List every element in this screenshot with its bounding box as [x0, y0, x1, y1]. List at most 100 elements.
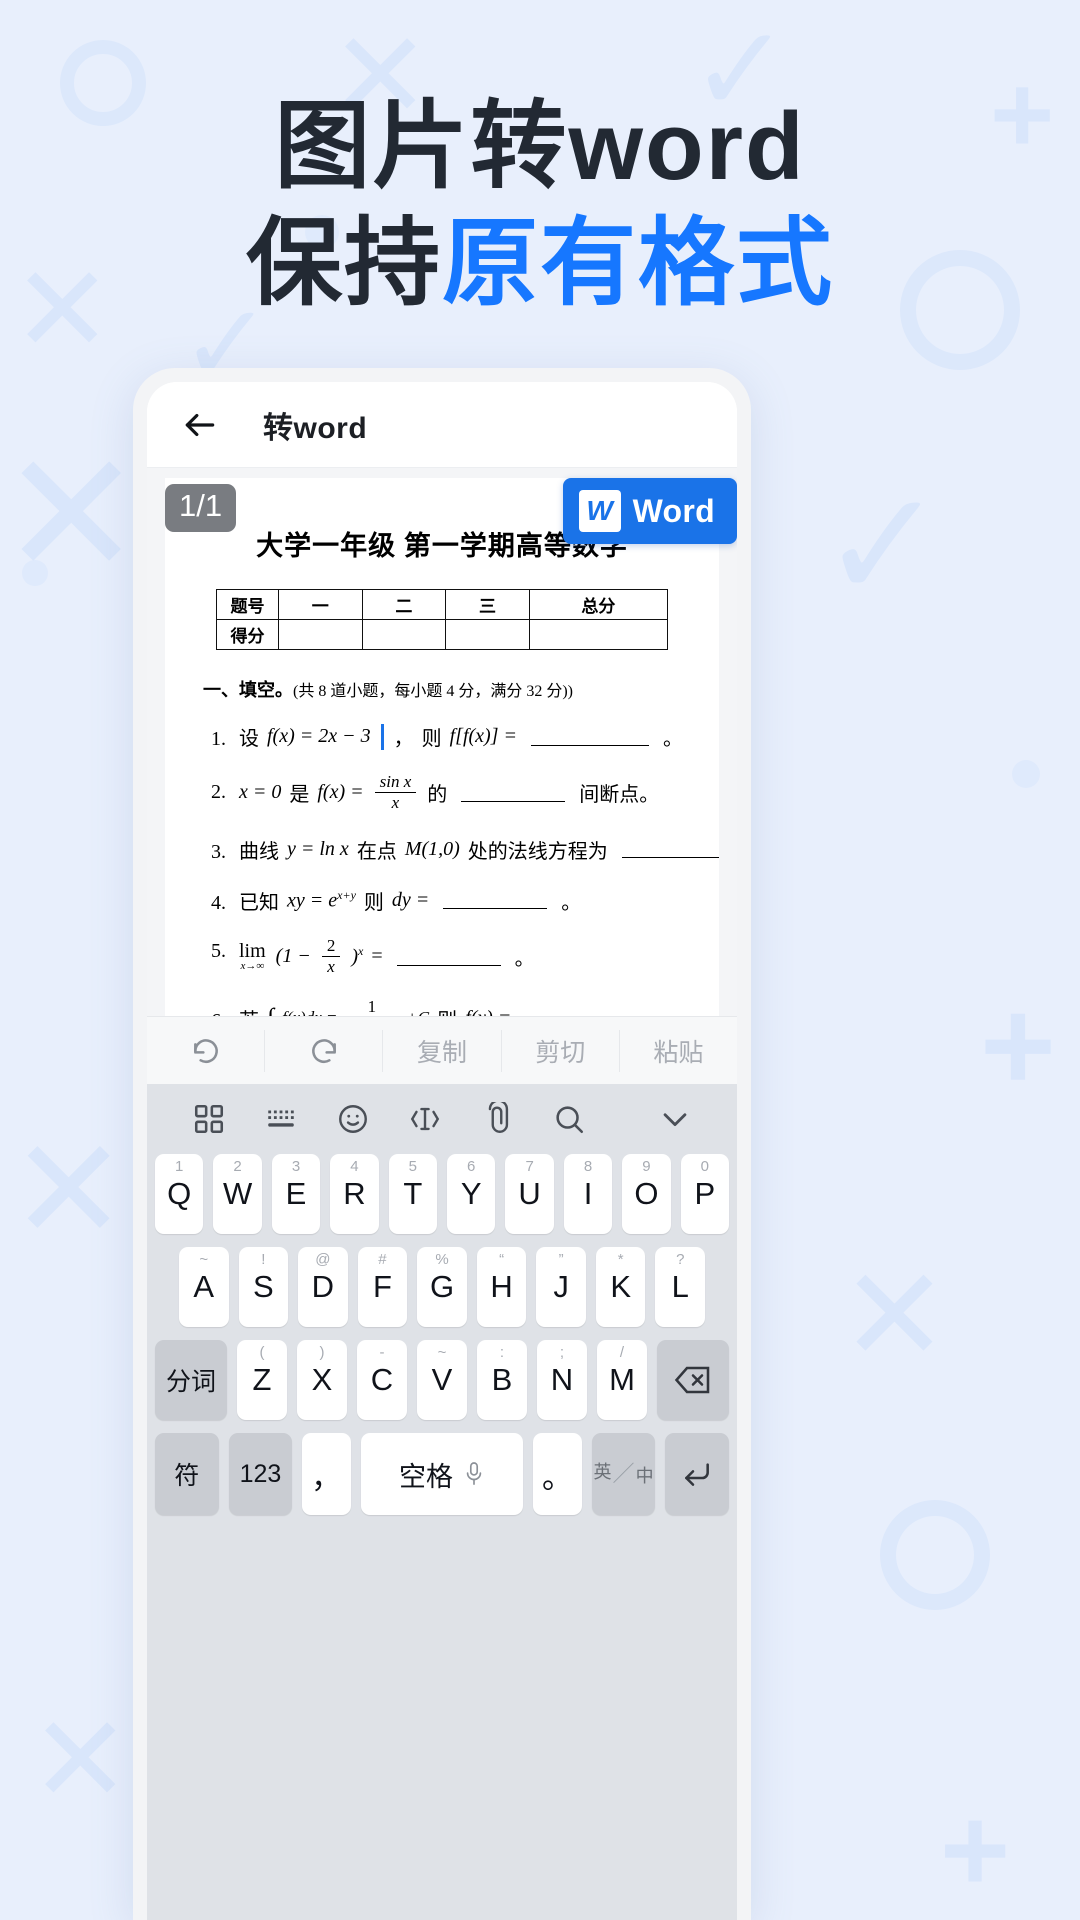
key-f[interactable]: # F [357, 1247, 408, 1327]
edit-toolbar: 复制 剪切 粘贴 [147, 1016, 737, 1084]
keyboard-icon[interactable] [245, 1102, 317, 1136]
key-label: T [403, 1176, 423, 1211]
key-hint: % [435, 1251, 449, 1268]
answer-blank [396, 948, 501, 966]
q6-fx: f(x) = [465, 1007, 511, 1016]
key-c[interactable]: -C [357, 1340, 407, 1420]
language-english-label: 英 [593, 1462, 612, 1482]
q4-lhs-text: xy = e [287, 889, 338, 912]
key-segment[interactable]: 分词 [155, 1340, 227, 1420]
key-label: C [370, 1362, 394, 1397]
key-hint: @ [315, 1251, 331, 1268]
space-key-label: 空格 [399, 1461, 453, 1492]
table-cell: 一 [278, 589, 363, 620]
section-heading: 一、填空。(共 8 道小题，每小题 4 分，满分 32 分)) [203, 676, 689, 702]
keyboard-row-3: 分词 (Z) X - C ~ V: B; N / M [147, 1340, 737, 1420]
grid-icon[interactable] [173, 1102, 245, 1136]
key-t[interactable]: 5T [388, 1154, 437, 1234]
key-l[interactable]: ? L [655, 1247, 706, 1327]
answer-blank [461, 784, 566, 802]
period-key[interactable]: 。 [533, 1433, 582, 1515]
redo-button[interactable] [265, 1029, 384, 1072]
key-u[interactable]: 7U [505, 1154, 554, 1234]
word-icon: W [578, 490, 621, 532]
keyboard-row-1: 1Q2W3E4R5T6Y7U8I9O0P [147, 1154, 737, 1234]
key-r[interactable]: 4R [330, 1154, 379, 1234]
key-d[interactable]: @ D [298, 1247, 348, 1327]
key-hint: ( [259, 1344, 265, 1361]
key-w[interactable]: 2W [213, 1154, 262, 1234]
clip-icon[interactable] [461, 1102, 533, 1136]
key-x[interactable]: ) X [297, 1340, 347, 1420]
key-m[interactable]: / M [597, 1340, 647, 1420]
key-b[interactable]: :B [477, 1340, 527, 1420]
fraction-denominator: x [391, 793, 400, 813]
key-h[interactable]: “H [476, 1247, 527, 1327]
q3-quxian: 曲线 [239, 840, 279, 863]
question-item: 2. x = 0 是 f(x) = sin x x 的 间断点。 [211, 772, 689, 813]
question-number: 6. [211, 1010, 239, 1016]
export-word-button[interactable]: W Word [562, 478, 737, 544]
key-hint: ! [261, 1251, 266, 1268]
key-hint: ) [319, 1344, 325, 1361]
fraction-sinx-over-x: sin x x [374, 772, 417, 813]
key-hint: 9 [642, 1158, 651, 1175]
key-z[interactable]: (Z [237, 1340, 287, 1420]
q3-chu: 处的法线方程为 [467, 840, 608, 863]
undo-button[interactable] [147, 1029, 266, 1072]
question-number: 3. [211, 840, 226, 863]
space-key[interactable]: 空格 [360, 1433, 524, 1515]
language-toggle-key[interactable]: 英 ／ 中 [591, 1433, 656, 1515]
key-q[interactable]: 1Q [154, 1154, 204, 1234]
emoji-icon[interactable] [317, 1102, 389, 1136]
text-cursor-icon[interactable] [389, 1102, 461, 1136]
key-n[interactable]: ; N [537, 1340, 587, 1420]
key-label: D [311, 1269, 335, 1304]
enter-key[interactable] [665, 1433, 729, 1515]
key-j[interactable]: ” J [536, 1247, 586, 1327]
numbers-key[interactable]: 123 [228, 1433, 293, 1515]
comma-key[interactable]: ， [302, 1433, 351, 1515]
key-hint: ; [559, 1344, 565, 1361]
question-number: 2. [211, 781, 226, 804]
key-i[interactable]: 8I [563, 1154, 613, 1234]
backspace-key[interactable] [657, 1340, 729, 1420]
key-label: M [609, 1362, 635, 1397]
key-g[interactable]: % G [417, 1247, 467, 1327]
key-v[interactable]: ~ V [417, 1340, 467, 1420]
key-hint: / [619, 1344, 625, 1361]
q6-fdx: f(x)dx = [282, 1008, 337, 1016]
key-e[interactable]: 3E [271, 1154, 321, 1234]
question-item: 6. 若 ∫ f(x)dx = 1 1+ x2 +C 则 f(x) = 。 [211, 998, 689, 1016]
q5-close: )x [351, 944, 363, 969]
chevron-down-icon[interactable] [639, 1102, 711, 1136]
q1-ze: 则 [421, 728, 442, 750]
key-hint: 6 [467, 1158, 476, 1175]
q2-shi: 是 [289, 784, 310, 807]
table-row: 题号 一 二 三 总分 [216, 589, 669, 620]
symbol-key[interactable]: 符 [155, 1433, 219, 1515]
key-y[interactable]: 6Y [447, 1154, 496, 1234]
key-a[interactable]: ~ A [178, 1247, 229, 1327]
key-s[interactable]: ! S [238, 1247, 289, 1327]
copy-button[interactable]: 复制 [383, 1029, 502, 1072]
paste-button[interactable]: 粘贴 [620, 1030, 737, 1072]
document-viewer[interactable]: 大学一年级 第一学期高等数学 题号 一 二 三 总分 得分 一、填空。(共 8 … [147, 468, 737, 1016]
q6-ruo: 若 [239, 1004, 259, 1016]
key-p[interactable]: 0P [680, 1154, 730, 1234]
fraction-numerator: 1 [363, 998, 382, 1016]
key-hint: : [499, 1344, 505, 1361]
headline-line2-plain: 保持 [246, 210, 442, 318]
key-o[interactable]: 9O [622, 1154, 671, 1234]
cut-button[interactable]: 剪切 [502, 1029, 620, 1072]
search-icon[interactable] [533, 1102, 605, 1136]
key-k[interactable]: * K [595, 1247, 646, 1327]
key-hint: 4 [350, 1158, 359, 1175]
fraction-1-over-1plusx2: 1 1+ x2 [348, 998, 395, 1016]
key-label: Q [167, 1176, 192, 1211]
key-hint: * [617, 1251, 624, 1268]
back-arrow-icon[interactable] [181, 406, 219, 444]
key-label: X [311, 1362, 333, 1397]
document-page[interactable]: 大学一年级 第一学期高等数学 题号 一 二 三 总分 得分 一、填空。(共 8 … [165, 478, 719, 1016]
keyboard-toolbar [147, 1084, 737, 1154]
